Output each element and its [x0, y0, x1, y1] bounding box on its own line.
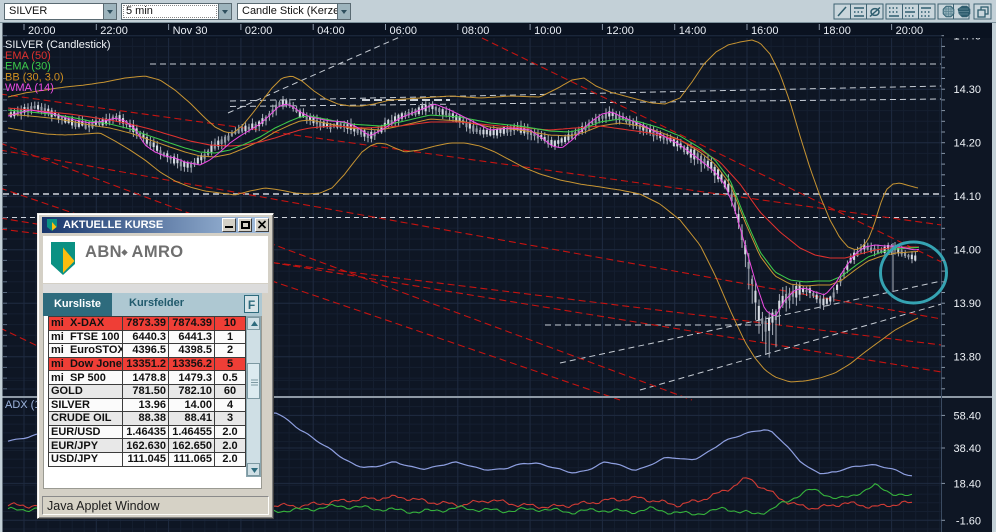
svg-text:-1.60: -1.60 [956, 515, 981, 527]
svg-text:08:00: 08:00 [462, 25, 490, 37]
svg-text:14.30: 14.30 [953, 84, 981, 96]
svg-text:38.40: 38.40 [953, 443, 981, 455]
svg-text:20:00: 20:00 [896, 25, 924, 37]
svg-text:14:00: 14:00 [679, 25, 707, 37]
svg-text:WMA (14): WMA (14) [5, 82, 54, 94]
svg-text:20:00: 20:00 [28, 25, 56, 37]
svg-text:18.40: 18.40 [953, 478, 981, 490]
svg-text:13.80: 13.80 [953, 352, 981, 364]
svg-text:04:00: 04:00 [317, 25, 345, 37]
svg-text:14.00: 14.00 [953, 245, 981, 257]
svg-text:ABN: ABN [85, 243, 122, 261]
svg-text:12:00: 12:00 [606, 25, 634, 37]
svg-text:AMRO: AMRO [132, 243, 184, 261]
svg-text:22:00: 22:00 [100, 25, 128, 37]
svg-text:10:00: 10:00 [534, 25, 562, 37]
svg-text:18:00: 18:00 [823, 25, 851, 37]
svg-text:13.90: 13.90 [953, 298, 981, 310]
svg-text:06:00: 06:00 [390, 25, 418, 37]
svg-text:Nov 30: Nov 30 [173, 25, 208, 37]
svg-text:58.40: 58.40 [953, 410, 981, 422]
svg-text:14.10: 14.10 [953, 191, 981, 203]
svg-text:16:00: 16:00 [751, 25, 779, 37]
svg-text:14.20: 14.20 [953, 138, 981, 150]
svg-text:02:00: 02:00 [245, 25, 273, 37]
